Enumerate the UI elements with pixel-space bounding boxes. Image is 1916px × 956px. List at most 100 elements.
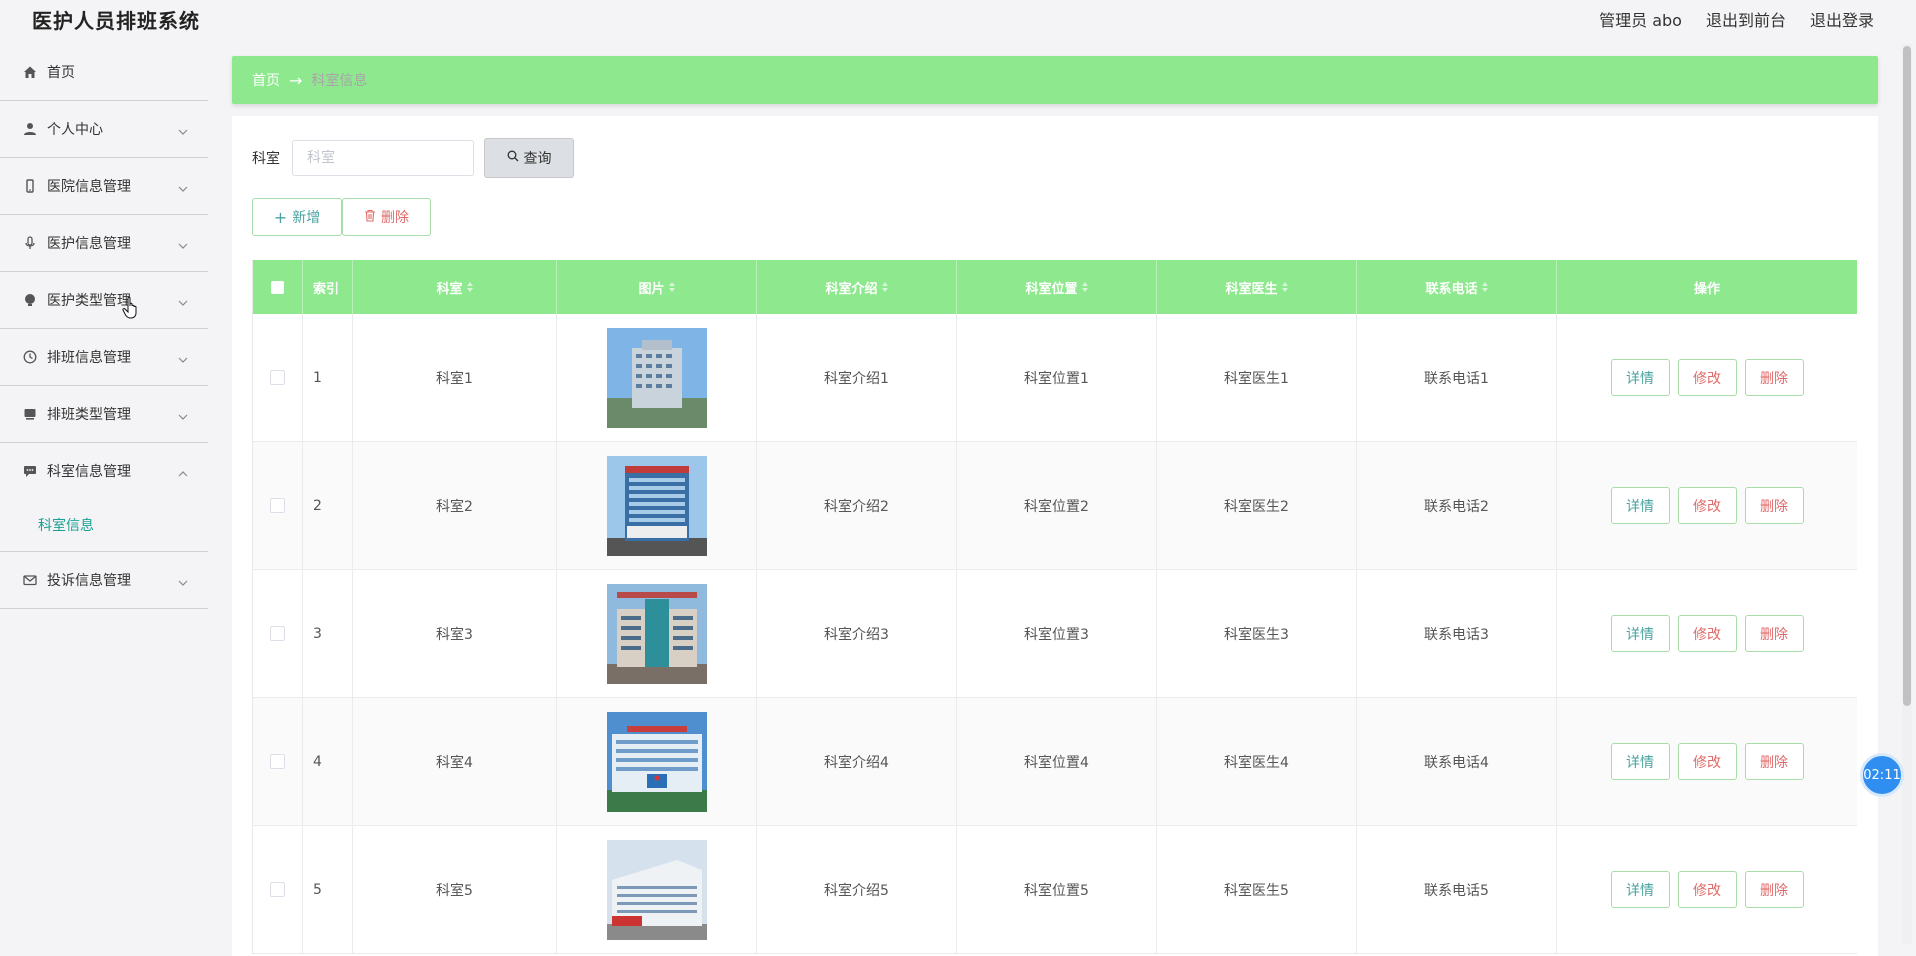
detail-button[interactable]: 详情 (1610, 743, 1670, 780)
sidebar-item-schedule-type[interactable]: 排班类型管理 (0, 386, 208, 443)
header-dept[interactable]: 科室 (353, 260, 557, 314)
hospital-image[interactable] (606, 711, 707, 812)
row-intro: 科室介绍5 (757, 826, 957, 953)
sidebar-item-label: 医护信息管理 (47, 236, 131, 252)
row-intro: 科室介绍2 (757, 442, 957, 569)
table-header: 索引 科室 图片 科室介绍 科室位置 科室医生 联系电话 操作 (253, 260, 1857, 314)
sidebar-item-dept[interactable]: 科室信息管理 (0, 443, 208, 499)
row-delete-button[interactable]: 删除 (1744, 359, 1804, 396)
edit-button[interactable]: 修改 (1677, 615, 1737, 652)
header-label: 科室介绍 (825, 281, 878, 297)
hand-cursor-icon (122, 296, 140, 320)
sidebar-item-personal[interactable]: 个人中心 (0, 101, 208, 158)
header-phone[interactable]: 联系电话 (1357, 260, 1557, 314)
row-delete-button[interactable]: 删除 (1744, 743, 1804, 780)
row-select-cell (253, 314, 303, 441)
detail-button[interactable]: 详情 (1610, 871, 1670, 908)
row-select-cell (253, 570, 303, 697)
user-icon (22, 121, 38, 137)
edit-button[interactable]: 修改 (1677, 359, 1737, 396)
row-select-cell (253, 698, 303, 825)
home-icon (22, 64, 38, 80)
phone-icon (22, 178, 38, 194)
breadcrumb-home[interactable]: 首页 (252, 70, 280, 90)
row-dept: 科室4 (353, 698, 557, 825)
header-doctor[interactable]: 科室医生 (1157, 260, 1357, 314)
header-location[interactable]: 科室位置 (957, 260, 1157, 314)
sidebar-item-label: 首页 (47, 65, 75, 81)
sidebar-item-medical[interactable]: 医护信息管理 (0, 215, 208, 272)
row-phone: 联系电话4 (1357, 698, 1557, 825)
sidebar-item-home[interactable]: 首页 (0, 44, 208, 101)
hospital-image[interactable] (606, 839, 707, 940)
table-row: 4 科室4 科室介绍4 科室位置4 科室医生4 联系电话4 详情 修改 删除 (253, 698, 1857, 826)
page-scrollbar[interactable] (1902, 44, 1912, 944)
sidebar-item-complaint[interactable]: 投诉信息管理 (0, 552, 208, 609)
delete-button[interactable]: 删除 (342, 198, 431, 236)
row-location: 科室位置3 (957, 570, 1157, 697)
header-intro[interactable]: 科室介绍 (757, 260, 957, 314)
action-row: + 新增 删除 (252, 198, 431, 236)
header-image[interactable]: 图片 (557, 260, 757, 314)
hospital-image[interactable] (606, 327, 707, 428)
row-ops: 详情 修改 删除 (1557, 442, 1857, 569)
row-image-cell (557, 570, 757, 697)
row-intro: 科室介绍1 (757, 314, 957, 441)
sort-icon (668, 282, 675, 292)
front-link[interactable]: 退出到前台 (1706, 7, 1786, 31)
edit-button[interactable]: 修改 (1677, 487, 1737, 524)
row-checkbox[interactable] (270, 498, 285, 513)
detail-button[interactable]: 详情 (1610, 487, 1670, 524)
row-image-cell (557, 826, 757, 953)
row-checkbox[interactable] (270, 882, 285, 897)
scroll-thumb[interactable] (1903, 46, 1911, 706)
edit-button[interactable]: 修改 (1677, 871, 1737, 908)
row-checkbox[interactable] (270, 370, 285, 385)
header-label: 图片 (638, 281, 665, 297)
header-ops: 操作 (1693, 281, 1720, 297)
detail-button[interactable]: 详情 (1610, 359, 1670, 396)
row-delete-button[interactable]: 删除 (1744, 615, 1804, 652)
row-delete-button[interactable]: 删除 (1744, 487, 1804, 524)
sidebar-item-label: 医院信息管理 (47, 179, 131, 195)
row-doctor: 科室医生2 (1157, 442, 1357, 569)
chevron-down-icon (178, 294, 188, 306)
row-ops: 详情 修改 删除 (1557, 570, 1857, 697)
user-label: 管理员 abo (1599, 11, 1682, 30)
timer-badge[interactable]: 02:11 (1860, 753, 1904, 797)
sort-icon (1481, 282, 1488, 292)
row-doctor: 科室医生4 (1157, 698, 1357, 825)
chat-icon (22, 463, 38, 479)
sidebar-item-medical-type[interactable]: 医护类型管理 (0, 272, 208, 329)
sidebar-item-schedule[interactable]: 排班信息管理 (0, 329, 208, 386)
bulb-icon (22, 292, 38, 308)
search-input[interactable] (292, 140, 474, 176)
row-ops: 详情 修改 删除 (1557, 698, 1857, 825)
row-delete-button[interactable]: 删除 (1744, 871, 1804, 908)
sidebar-item-label: 投诉信息管理 (47, 573, 131, 589)
logout-link[interactable]: 退出登录 (1810, 7, 1874, 31)
row-image-cell (557, 442, 757, 569)
row-checkbox[interactable] (270, 754, 285, 769)
chevron-down-icon (178, 408, 188, 420)
search-button[interactable]: 查询 (484, 138, 574, 178)
sidebar-item-hospital[interactable]: 医院信息管理 (0, 158, 208, 215)
row-ops: 详情 修改 删除 (1557, 826, 1857, 953)
row-doctor: 科室医生5 (1157, 826, 1357, 953)
row-location: 科室位置2 (957, 442, 1157, 569)
sidebar-item-label: 排班类型管理 (47, 407, 131, 423)
detail-button[interactable]: 详情 (1610, 615, 1670, 652)
edit-button[interactable]: 修改 (1677, 743, 1737, 780)
row-location: 科室位置1 (957, 314, 1157, 441)
header-label: 科室 (436, 281, 463, 297)
chevron-down-icon (178, 237, 188, 249)
row-doctor: 科室医生1 (1157, 314, 1357, 441)
sidebar-subitem-dept-info[interactable]: 科室信息 (0, 499, 208, 552)
add-button[interactable]: + 新增 (252, 198, 342, 236)
clock-icon (22, 349, 38, 365)
sidebar: 首页 个人中心 医院信息管理 医护信息管理 医护类型管理 排班信息管理 排班类型… (0, 44, 208, 944)
hospital-image[interactable] (606, 583, 707, 684)
select-all-checkbox[interactable] (271, 280, 284, 294)
hospital-image[interactable] (606, 455, 707, 556)
row-checkbox[interactable] (270, 626, 285, 641)
